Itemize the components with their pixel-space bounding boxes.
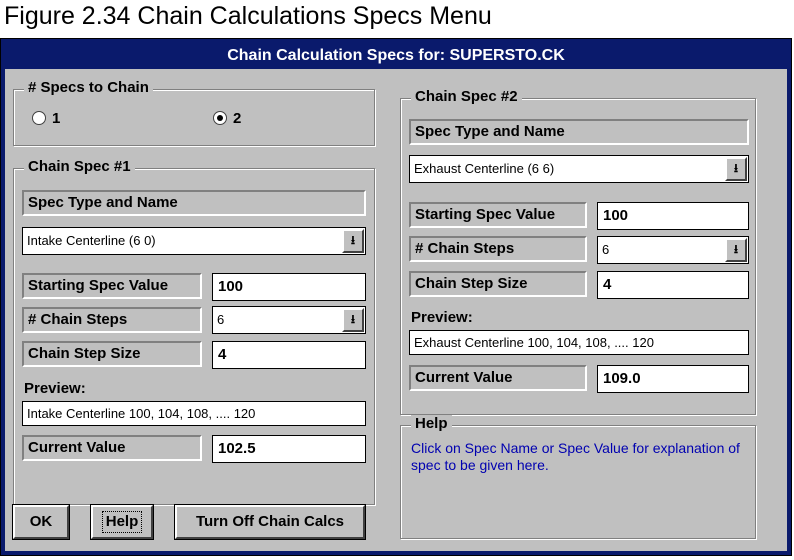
current-value-box: 109.0 xyxy=(597,365,749,393)
chain-steps-value: 6 xyxy=(217,312,225,327)
radio-option-2[interactable]: 2 xyxy=(213,110,241,127)
dropdown-arrow-icon[interactable]: ⭳ xyxy=(342,229,364,253)
help-title: Help xyxy=(411,415,452,432)
starting-value-label: Starting Spec Value xyxy=(409,202,587,228)
chain-steps-select[interactable]: 6 ⭳ xyxy=(597,236,749,264)
current-value-label: Current Value xyxy=(409,365,587,391)
figure-caption: Figure 2.34 Chain Calculations Specs Men… xyxy=(4,2,492,30)
preview-label: Preview: xyxy=(24,380,86,397)
dropdown-arrow-icon[interactable]: ⭳ xyxy=(725,157,747,181)
spec-type-label: Spec Type and Name xyxy=(22,190,366,216)
help-group: Help Click on Spec Name or Spec Value fo… xyxy=(400,415,756,539)
current-value-box: 102.5 xyxy=(212,435,366,463)
chain-steps-select[interactable]: 6 ⭳ xyxy=(212,306,366,334)
specs-to-chain-title: # Specs to Chain xyxy=(24,79,153,96)
spec-type-label: Spec Type and Name xyxy=(409,119,749,145)
chain-spec-2-title: Chain Spec #2 xyxy=(411,88,522,105)
radio-option-1[interactable]: 1 xyxy=(32,110,60,127)
spec-name-value: Intake Centerline (6 0) xyxy=(27,233,156,248)
spec-name-select[interactable]: Intake Centerline (6 0) ⭳ xyxy=(22,227,366,255)
preview-box: Intake Centerline 100, 104, 108, .... 12… xyxy=(22,401,366,426)
step-size-input[interactable]: 4 xyxy=(597,271,749,299)
starting-value-label: Starting Spec Value xyxy=(22,273,202,299)
ok-button-label: OK xyxy=(29,513,53,530)
preview-box: Exhaust Centerline 100, 104, 108, .... 1… xyxy=(409,330,749,355)
dropdown-arrow-icon[interactable]: ⭳ xyxy=(725,238,747,262)
turn-off-chain-calcs-button[interactable]: Turn Off Chain Calcs xyxy=(175,505,365,539)
radio-label-1: 1 xyxy=(52,110,61,127)
ok-button[interactable]: OK xyxy=(13,505,69,539)
chain-steps-label: # Chain Steps xyxy=(22,307,202,333)
turn-off-button-label: Turn Off Chain Calcs xyxy=(195,513,345,530)
radio-circle-icon xyxy=(32,111,46,126)
radio-selected-icon xyxy=(213,111,227,126)
dialog-window: Chain Calculation Specs for: SUPERSTO.CK… xyxy=(0,38,792,556)
chain-steps-value: 6 xyxy=(602,242,610,257)
radio-label-2: 2 xyxy=(233,110,242,127)
spec-name-value: Exhaust Centerline (6 6) xyxy=(414,161,555,176)
step-size-input[interactable]: 4 xyxy=(212,341,366,369)
help-button[interactable]: Help xyxy=(91,505,153,539)
specs-to-chain-group: # Specs to Chain 1 2 xyxy=(13,79,375,146)
dialog-client: # Specs to Chain 1 2 Chain Spec #1 Spec … xyxy=(5,69,787,551)
preview-label: Preview: xyxy=(411,309,473,326)
spec-name-select[interactable]: Exhaust Centerline (6 6) ⭳ xyxy=(409,155,749,183)
chain-spec-2-group: Chain Spec #2 Spec Type and Name Exhaust… xyxy=(400,88,756,415)
chain-spec-1-title: Chain Spec #1 xyxy=(24,158,135,175)
step-size-label: Chain Step Size xyxy=(22,341,202,367)
starting-value-input[interactable]: 100 xyxy=(212,273,366,301)
current-value-label: Current Value xyxy=(22,435,202,461)
help-text: Click on Spec Name or Spec Value for exp… xyxy=(411,440,740,473)
chain-spec-1-group: Chain Spec #1 Spec Type and Name Intake … xyxy=(13,158,375,505)
help-button-label: Help xyxy=(101,511,143,533)
window-title: Chain Calculation Specs for: SUPERSTO.CK xyxy=(5,43,787,69)
chain-steps-label: # Chain Steps xyxy=(409,236,587,262)
step-size-label: Chain Step Size xyxy=(409,271,587,297)
starting-value-input[interactable]: 100 xyxy=(597,202,749,230)
dropdown-arrow-icon[interactable]: ⭳ xyxy=(342,308,364,332)
